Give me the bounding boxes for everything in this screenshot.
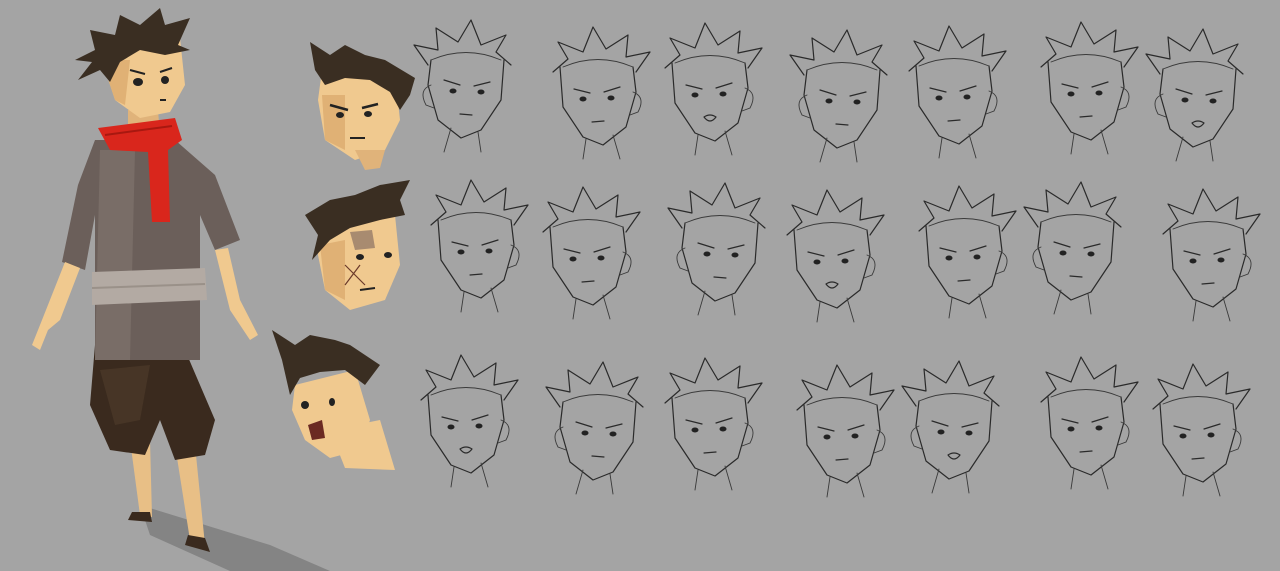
sketch-head-r2-c2 [542, 186, 641, 320]
sketch-head-r3-c2 [545, 361, 644, 495]
colored-head-shouting [272, 330, 395, 470]
sketch-head-r3-c6 [1040, 356, 1139, 490]
sketch-head-r3-c5 [901, 360, 1000, 494]
sketch-head-r1-c4 [789, 29, 888, 163]
arm-left [32, 262, 80, 350]
sketch-head-r1-c5 [908, 25, 1007, 159]
ground-shadow [140, 505, 330, 571]
sketch-head-r2-c7 [1162, 188, 1261, 322]
sketch-head-r2-c5 [918, 185, 1017, 319]
sketch-head-r1-c2 [552, 26, 651, 160]
sketch-head-r2-c1 [430, 179, 529, 313]
sketch-head-r1-c3 [664, 22, 763, 156]
artwork-canvas [32, 8, 1261, 571]
sketch-head-r3-c1 [420, 354, 519, 488]
trousers [90, 345, 215, 460]
colored-head-bruised [305, 180, 410, 310]
sketch-head-r2-c3 [667, 182, 766, 316]
character-sheet [0, 0, 1280, 571]
sketch-head-r2-c6 [1023, 181, 1122, 315]
arm-right [215, 248, 258, 340]
full-body-character [32, 8, 258, 552]
colored-head-angry [310, 42, 415, 170]
sketch-head-r3-c7 [1152, 363, 1251, 497]
sketch-head-r1-c7 [1145, 28, 1244, 162]
sketch-head-r3-c4 [796, 364, 895, 498]
sketch-head-r1-c1 [413, 19, 512, 153]
sketch-head-r2-c4 [786, 189, 885, 323]
sketch-head-r3-c3 [664, 357, 763, 491]
sketch-grid [413, 19, 1261, 498]
sketch-head-r1-c6 [1040, 21, 1139, 155]
